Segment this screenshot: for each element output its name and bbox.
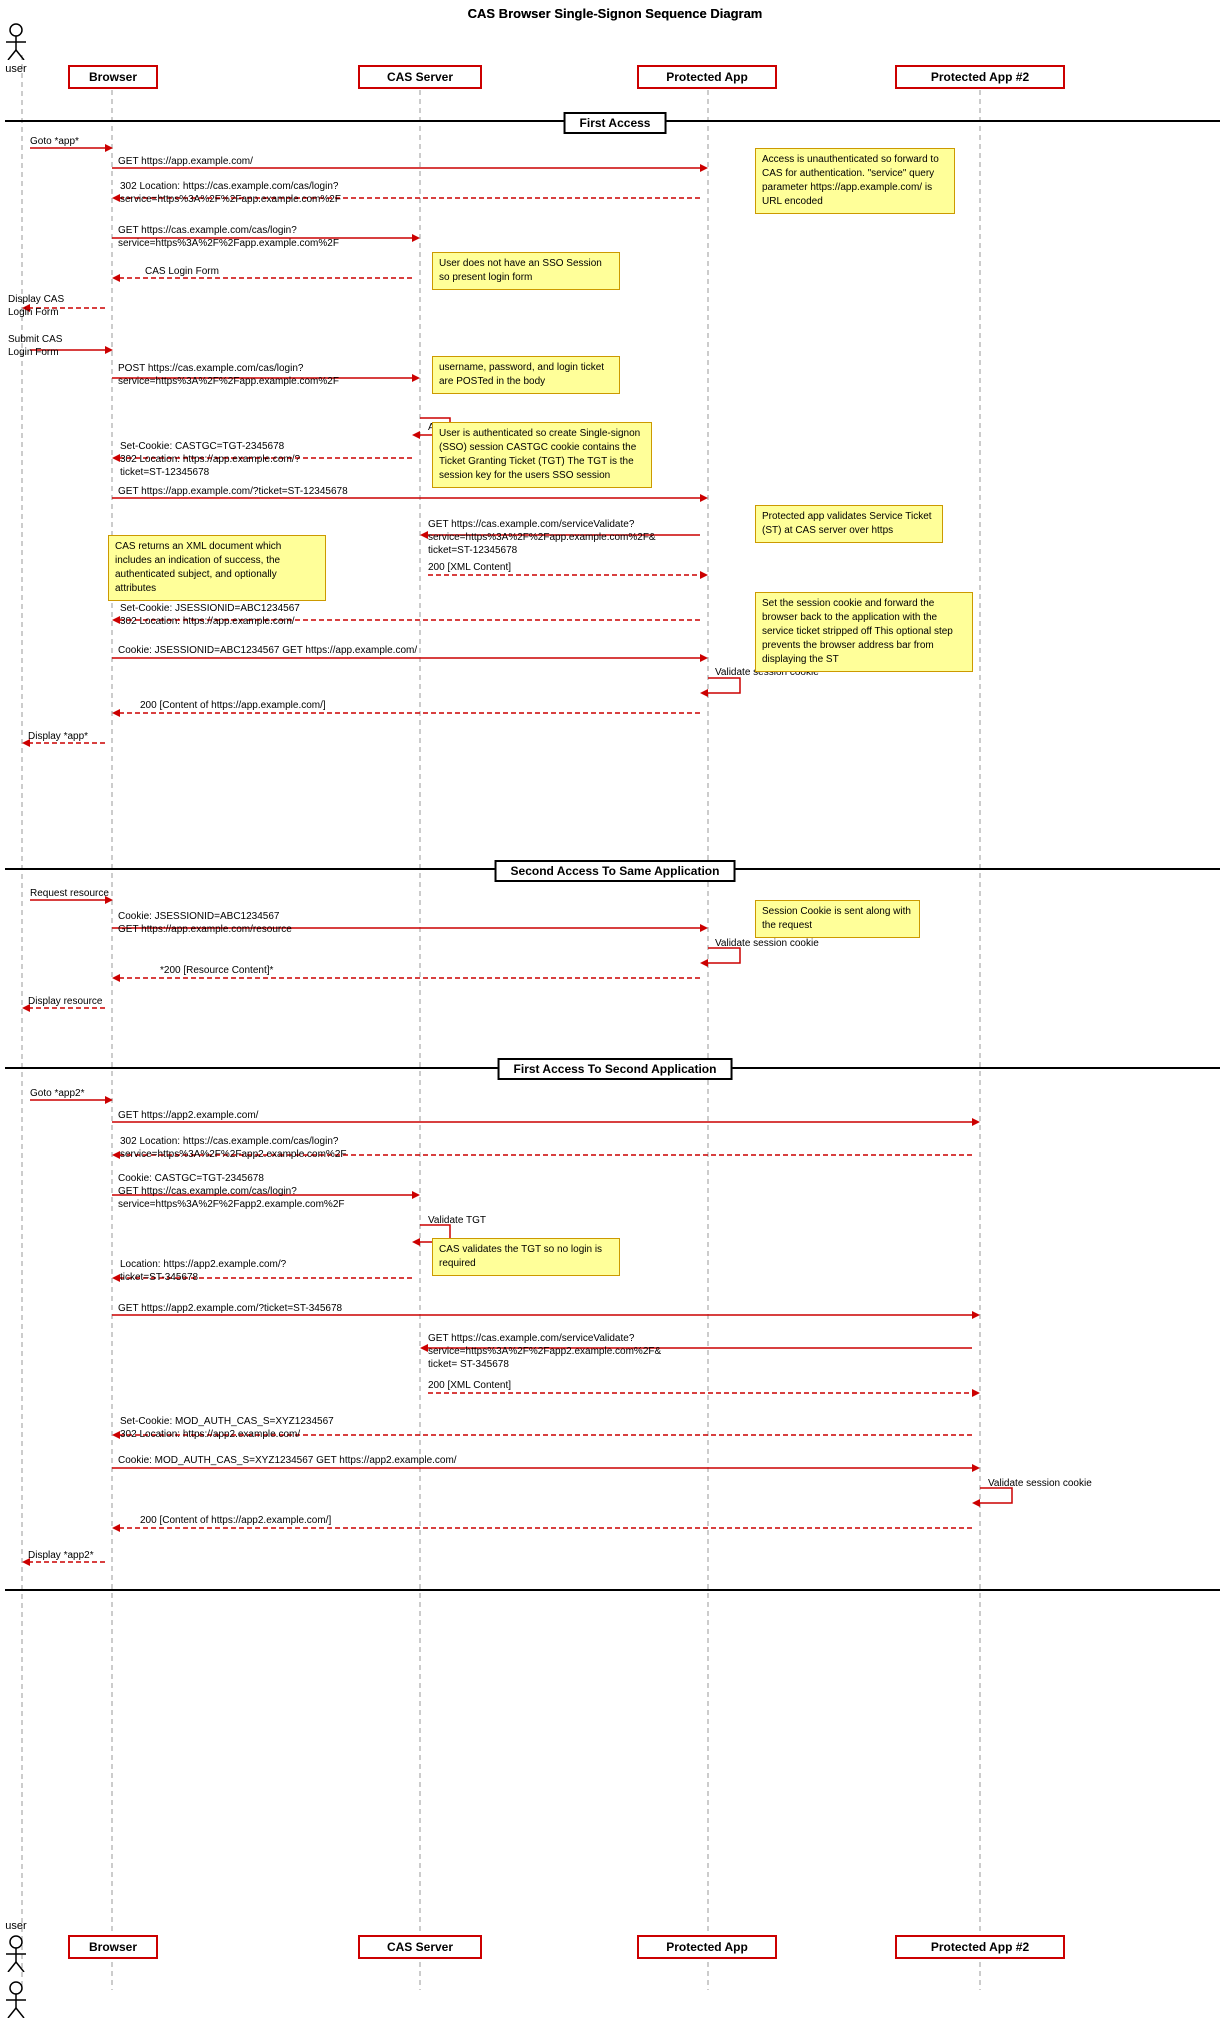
msg-set-cookie-jsession: Set-Cookie: JSESSIONID=ABC1234567302 Loc…	[120, 602, 300, 628]
app1-box-top: Protected App	[637, 65, 777, 89]
section-second-app: First Access To Second Application	[498, 1058, 733, 1080]
msg-get-ticket: GET https://app.example.com/?ticket=ST-1…	[118, 486, 348, 497]
note-session-cookie-sent: Session Cookie is sent along with the re…	[755, 900, 920, 938]
app1-box-bottom: Protected App	[637, 1935, 777, 1959]
msg-display-app2: Display *app2*	[28, 1550, 94, 1561]
msg-get-cas: GET https://cas.example.com/cas/login?se…	[118, 224, 339, 250]
msg-request-resource: Request resource	[30, 888, 109, 899]
note-set-session-forward: Set the session cookie and forward the b…	[755, 592, 973, 672]
msg-cookie-jsession-get: Cookie: JSESSIONID=ABC1234567 GET https:…	[118, 645, 417, 656]
note-xml-response: CAS returns an XML document which includ…	[108, 535, 326, 601]
msg-display-cas: Display CASLogin Form	[8, 293, 64, 319]
msg-200-content-app2: 200 [Content of https://app2.example.com…	[140, 1515, 331, 1526]
msg-302-redirect: 302 Location: https://cas.example.com/ca…	[120, 180, 341, 206]
page-title: CAS Browser Single-Signon Sequence Diagr…	[0, 6, 1230, 21]
msg-get-app: GET https://app.example.com/	[118, 156, 253, 167]
msg-200-content: 200 [Content of https://app.example.com/…	[140, 700, 326, 711]
note-sso-created: User is authenticated so create Single-s…	[432, 422, 652, 488]
msg-goto-app2: Goto *app2*	[30, 1088, 85, 1099]
msg-200-xml: 200 [XML Content]	[428, 562, 511, 573]
section-first-access: First Access	[564, 112, 667, 134]
note-validate-tgt: CAS validates the TGT so no login is req…	[432, 1238, 620, 1276]
cas-box-top: CAS Server	[358, 65, 482, 89]
msg-get-app2: GET https://app2.example.com/	[118, 1110, 258, 1121]
msg-200-xml-app2: 200 [XML Content]	[428, 1380, 511, 1391]
msg-set-cookie-mod: Set-Cookie: MOD_AUTH_CAS_S=XYZ1234567302…	[120, 1415, 334, 1441]
note-unauthenticated: Access is unauthenticated so forward to …	[755, 148, 955, 214]
browser-box-bottom: Browser	[68, 1935, 158, 1959]
msg-display-resource: Display resource	[28, 996, 102, 1007]
msg-validate-tgt: Validate TGT	[428, 1215, 486, 1226]
user-actor-bottom: user	[4, 1920, 28, 1975]
msg-200-resource: *200 [Resource Content]*	[160, 965, 273, 976]
msg-validate-session-2: Validate session cookie	[715, 938, 819, 949]
app2-box-top: Protected App #2	[895, 65, 1065, 89]
sequence-diagram: CAS Browser Single-Signon Sequence Diagr…	[0, 0, 1230, 2020]
note-post-body: username, password, and login ticket are…	[432, 356, 620, 394]
msg-cookie-castgc-app2: Cookie: CASTGC=TGT-2345678GET https://ca…	[118, 1172, 345, 1211]
browser-box-top: Browser	[68, 65, 158, 89]
msg-cas-login-form: CAS Login Form	[145, 266, 219, 277]
msg-set-cookie-castgc: Set-Cookie: CASTGC=TGT-2345678302 Locati…	[120, 440, 300, 479]
msg-get-validate-app2: GET https://cas.example.com/serviceValid…	[428, 1332, 661, 1371]
msg-location-app2: Location: https://app2.example.com/?tick…	[120, 1258, 286, 1284]
msg-get-validate: GET https://cas.example.com/serviceValid…	[428, 518, 656, 557]
note-validate-st: Protected app validates Service Ticket (…	[755, 505, 943, 543]
user-figure-bottom	[4, 1980, 28, 2021]
msg-goto-app: Goto *app*	[30, 136, 79, 147]
user-label-top: user	[4, 63, 28, 75]
msg-cookie-mod-get: Cookie: MOD_AUTH_CAS_S=XYZ1234567 GET ht…	[118, 1455, 457, 1466]
section-second-access: Second Access To Same Application	[495, 860, 736, 882]
msg-validate-session-app2: Validate session cookie	[988, 1478, 1092, 1489]
cas-box-bottom: CAS Server	[358, 1935, 482, 1959]
msg-302-app2: 302 Location: https://cas.example.com/ca…	[120, 1135, 347, 1161]
msg-get-app2-ticket: GET https://app2.example.com/?ticket=ST-…	[118, 1303, 342, 1314]
note-no-sso: User does not have an SSO Session so pre…	[432, 252, 620, 290]
app2-box-bottom: Protected App #2	[895, 1935, 1065, 1959]
msg-display-app: Display *app*	[28, 731, 88, 742]
user-label-bottom: user	[4, 1920, 28, 1932]
user-actor-top: user	[4, 22, 28, 75]
msg-submit-cas: Submit CASLogin Form	[8, 333, 62, 359]
msg-cookie-resource: Cookie: JSESSIONID=ABC1234567GET https:/…	[118, 910, 292, 936]
msg-post-cas: POST https://cas.example.com/cas/login?s…	[118, 362, 339, 388]
